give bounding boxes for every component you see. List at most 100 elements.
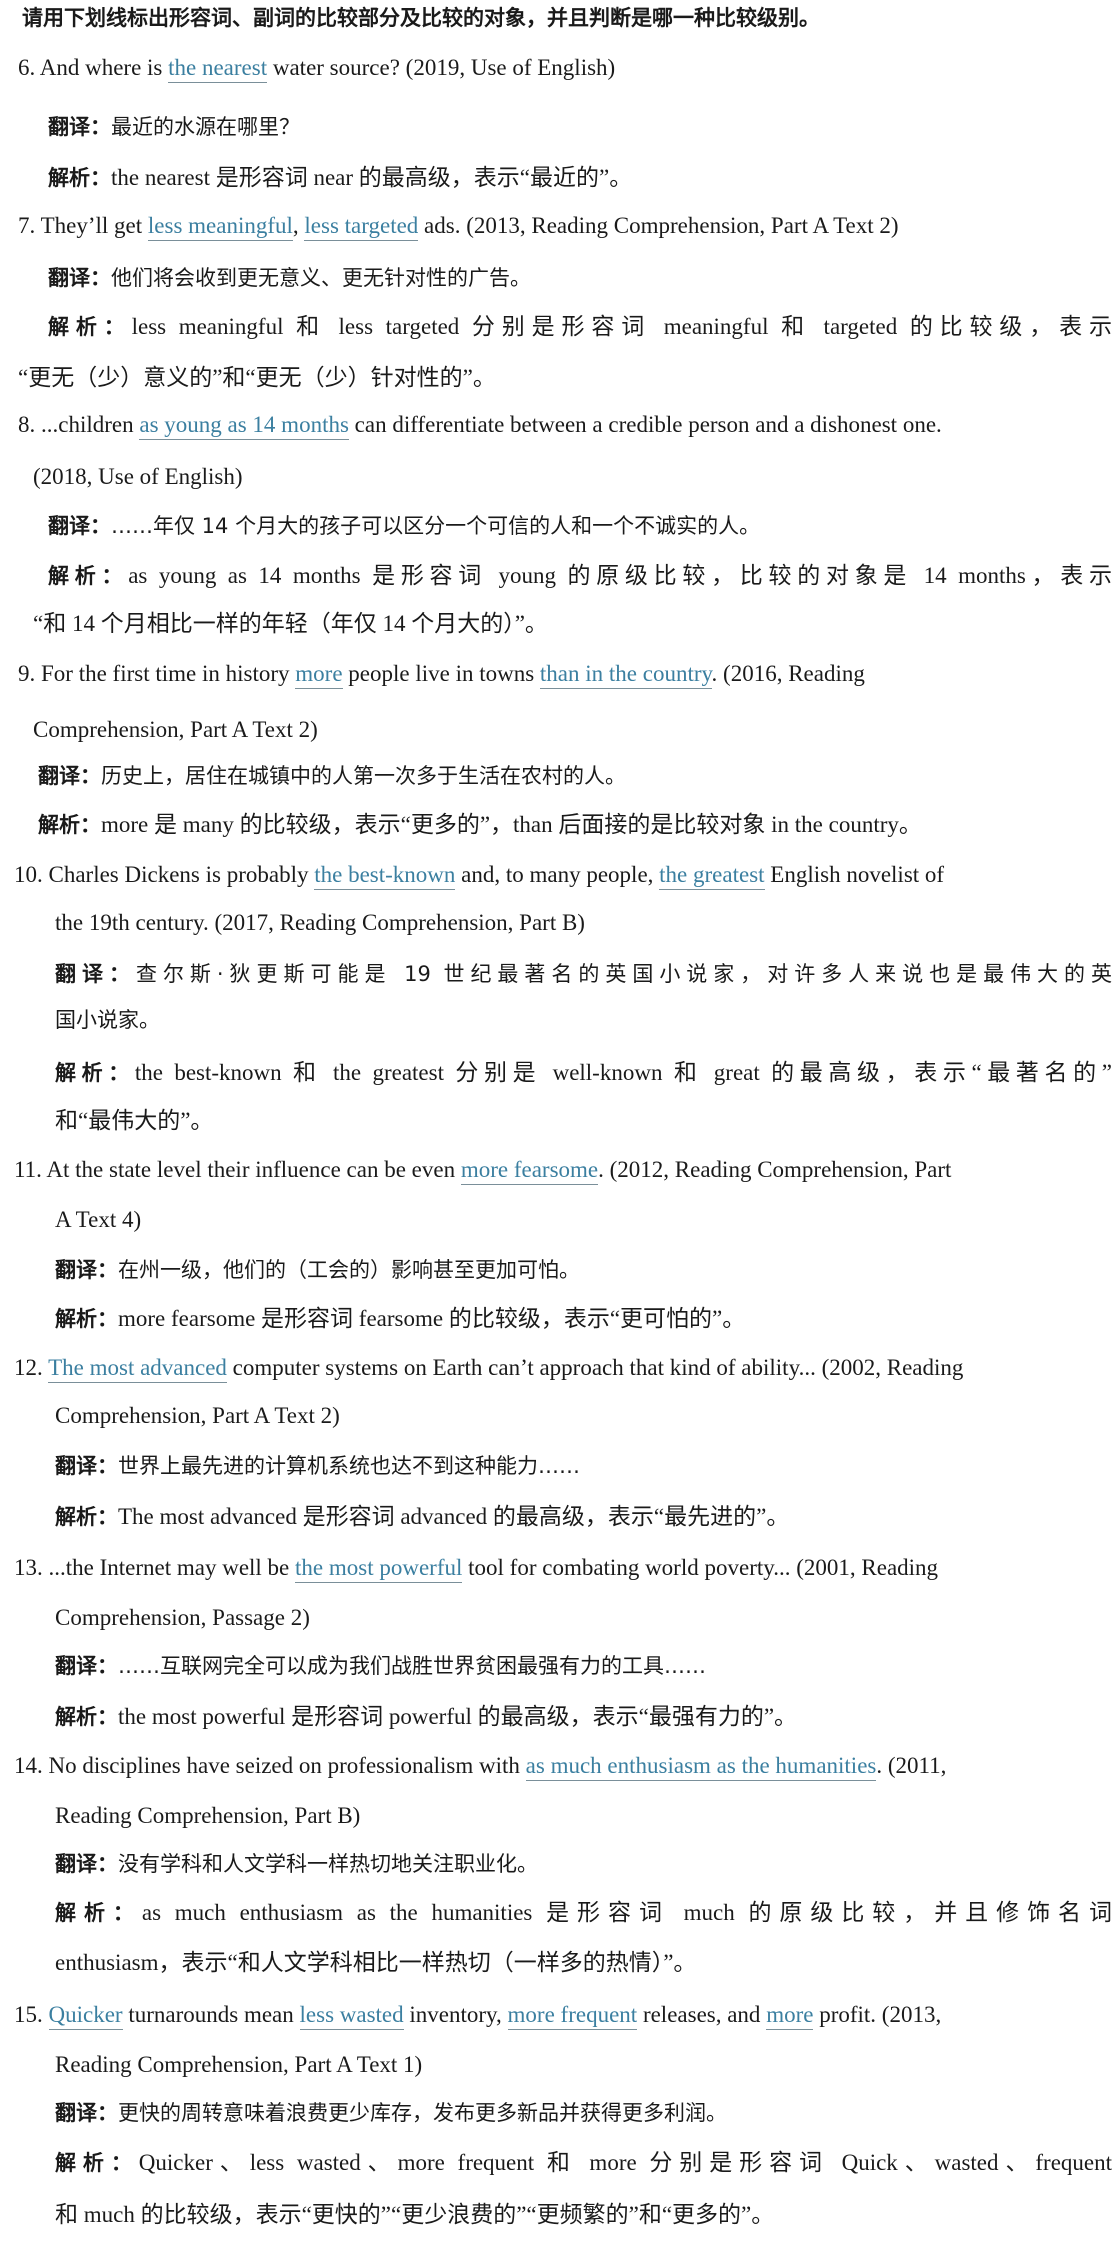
translation-text: 他们将会收到更无意义、更无针对性的广告。: [111, 266, 531, 290]
question-line: 14. No disciplines have seized on profes…: [14, 1750, 1112, 1782]
translation-line: 翻译：查尔斯·狄更斯可能是 19 世纪最著名的英国小说家，对许多人来说也是最伟大…: [55, 958, 1112, 990]
translation-label: 翻译：: [48, 115, 111, 139]
question-text: turnarounds mean: [122, 2002, 300, 2027]
question-continuation: Comprehension, Part A Text 2): [55, 1403, 340, 1428]
analysis-label: 解析：: [55, 2151, 139, 2175]
question-text: ...the Internet may well be: [48, 1555, 296, 1580]
underlined-comparative: the nearest: [168, 55, 268, 83]
question-number: 8.: [18, 412, 36, 437]
analysis-text: the most powerful 是形容词 powerful 的最高级，表示“…: [118, 1704, 798, 1729]
analysis-text: more fearsome 是形容词 fearsome 的比较级，表示“更可怕的…: [118, 1306, 746, 1331]
analysis-label: 解析：: [48, 564, 129, 588]
question-line: 7. They’ll get less meaningful, less tar…: [18, 210, 1112, 242]
translation-line: 翻译：历史上，居住在城镇中的人第一次多于生活在农村的人。: [38, 760, 1112, 792]
question-text: They’ll get: [40, 213, 148, 238]
question-line: 15. Quicker turnarounds mean less wasted…: [14, 1999, 1112, 2031]
translation-text: ……互联网完全可以成为我们战胜世界贫困最强有力的工具……: [118, 1654, 706, 1678]
translation-text: 历史上，居住在城镇中的人第一次多于生活在农村的人。: [101, 764, 626, 788]
analysis-line: “和 14 个月相比一样的年轻（年仅 14 个月大的）”。: [33, 608, 1112, 640]
question-number: 11.: [14, 1157, 42, 1182]
question-text: ...children: [41, 412, 140, 437]
analysis-text: as young as 14 months 是形容词 young 的原级比较，比…: [128, 563, 1113, 588]
analysis-label: 解析：: [55, 1307, 118, 1331]
question-text: And where is: [39, 55, 169, 80]
question-number: 13.: [14, 1555, 43, 1580]
analysis-line: 解析：as much enthusiasm as the humanities …: [55, 1897, 1112, 1929]
translation-label: 翻译：: [55, 962, 136, 986]
translation-label: 翻译：: [55, 1258, 118, 1282]
underlined-comparative: less meaningful: [147, 213, 293, 241]
translation-line: 翻译：更快的周转意味着浪费更少库存，发布更多新品并获得更多利润。: [55, 2097, 1112, 2129]
question-line: 8. ...children as young as 14 months can…: [18, 409, 1112, 441]
analysis-label: 解析：: [38, 813, 101, 837]
analysis-label: 解析：: [48, 166, 111, 190]
translation-text: 世界上最先进的计算机系统也达不到这种能力……: [118, 1454, 580, 1478]
question-text: . (2016, Reading: [711, 661, 865, 686]
translation-label: 翻译：: [38, 764, 101, 788]
question-text: releases, and: [637, 2002, 767, 2027]
question-number: 15.: [14, 2002, 43, 2027]
question-continuation: Reading Comprehension, Part A Text 1): [55, 2052, 423, 2077]
translation-label: 翻译：: [55, 1852, 118, 1876]
question-text: English novelist of: [764, 862, 945, 887]
analysis-text: 和“最伟大的”。: [55, 1108, 214, 1133]
translation-line: 翻译：……年仅 14 个月大的孩子可以区分一个可信的人和一个不诚实的人。: [48, 510, 1112, 542]
question-text: people live in towns: [342, 661, 540, 686]
underlined-comparative: the most powerful: [295, 1555, 463, 1583]
analysis-label: 解析：: [55, 1901, 142, 1925]
question-text: Charles Dickens is probably: [48, 862, 315, 887]
translation-text: 查尔斯·狄更斯可能是 19 世纪最著名的英国小说家，对许多人来说也是最伟大的英: [135, 962, 1113, 986]
analysis-text: Quicker、less wasted、more frequent 和 more…: [138, 2150, 1112, 2175]
translation-line: 翻译：……互联网完全可以成为我们战胜世界贫困最强有力的工具……: [55, 1650, 1112, 1682]
analysis-line: 和“最伟大的”。: [55, 1105, 1112, 1137]
underlined-comparative: more: [766, 2002, 814, 2030]
question-line: 11. At the state level their influence c…: [14, 1154, 1112, 1186]
question-text: computer systems on Earth can’t approach…: [226, 1355, 964, 1380]
analysis-line: enthusiasm，表示“和人文学科相比一样热切（一样多的热情）”。: [55, 1947, 1112, 1979]
question-text: ,: [292, 213, 305, 238]
question-number: 6.: [18, 55, 36, 80]
analysis-line: 和 much 的比较级，表示“更快的”“更少浪费的”“更频繁的”和“更多的”。: [55, 2199, 1112, 2231]
analysis-line: “更无（少）意义的”和“更无（少）针对性的”。: [18, 362, 1112, 394]
analysis-line: 解析：more fearsome 是形容词 fearsome 的比较级，表示“更…: [55, 1303, 1112, 1335]
question-number: 12.: [14, 1355, 43, 1380]
question-text: For the first time in history: [41, 661, 296, 686]
analysis-label: 解析：: [48, 315, 132, 339]
analysis-line: 解析：less meaningful 和 less targeted 分别是形容…: [48, 311, 1112, 343]
analysis-text: the best-known 和 the greatest 分别是 well-k…: [134, 1060, 1112, 1085]
instruction-heading: 请用下划线标出形容词、副词的比较部分及比较的对象，并且判断是哪一种比较级别。: [22, 6, 820, 30]
translation-text: 更快的周转意味着浪费更少库存，发布更多新品并获得更多利润。: [118, 2101, 727, 2125]
document-page: 请用下划线标出形容词、副词的比较部分及比较的对象，并且判断是哪一种比较级别。 6…: [0, 0, 1120, 2258]
question-text: At the state level their influence can b…: [46, 1157, 461, 1182]
analysis-text: 和 much 的比较级，表示“更快的”“更少浪费的”“更频繁的”和“更多的”。: [55, 2202, 775, 2227]
question-line: 6. And where is the nearest water source…: [18, 52, 1112, 84]
analysis-text: “和 14 个月相比一样的年轻（年仅 14 个月大的）”。: [33, 611, 548, 636]
question-line: 10. Charles Dickens is probably the best…: [14, 859, 1112, 891]
question-number: 7.: [18, 213, 36, 238]
underlined-comparative: as much enthusiasm as the humanities: [525, 1753, 877, 1781]
analysis-text: The most advanced 是形容词 advanced 的最高级，表示“…: [118, 1504, 790, 1529]
analysis-label: 解析：: [55, 1705, 118, 1729]
underlined-comparative: as young as 14 months: [139, 412, 349, 440]
analysis-line: 解析：the most powerful 是形容词 powerful 的最高级，…: [55, 1701, 1112, 1733]
question-line: 9. For the first time in history more pe…: [18, 658, 1112, 690]
translation-line: 翻译：最近的水源在哪里？: [48, 111, 1112, 143]
translation-label: 翻译：: [55, 2101, 118, 2125]
question-text: . (2012, Reading Comprehension, Part: [598, 1157, 952, 1182]
question-number: 9.: [18, 661, 36, 686]
analysis-text: as much enthusiasm as the humanities 是形容…: [141, 1900, 1113, 1925]
question-text: and, to many people,: [455, 862, 660, 887]
question-text: water source? (2019, Use of English): [267, 55, 616, 80]
question-text: can differentiate between a credible per…: [348, 412, 942, 437]
analysis-label: 解析：: [55, 1061, 135, 1085]
question-text: . (2011,: [876, 1753, 947, 1778]
translation-text: 在州一级，他们的（工会的）影响甚至更加可怕。: [118, 1258, 580, 1282]
underlined-comparative: more frequent: [507, 2002, 638, 2030]
analysis-text: “更无（少）意义的”和“更无（少）针对性的”。: [18, 365, 496, 390]
translation-text: 没有学科和人文学科一样热切地关注职业化。: [118, 1852, 538, 1876]
question-continuation: (2018, Use of English): [33, 464, 243, 489]
question-continuation: Reading Comprehension, Part B): [55, 1803, 361, 1828]
translation-text: 最近的水源在哪里？: [111, 115, 300, 139]
underlined-comparative: the greatest: [659, 862, 765, 890]
question-number: 10.: [14, 862, 43, 887]
